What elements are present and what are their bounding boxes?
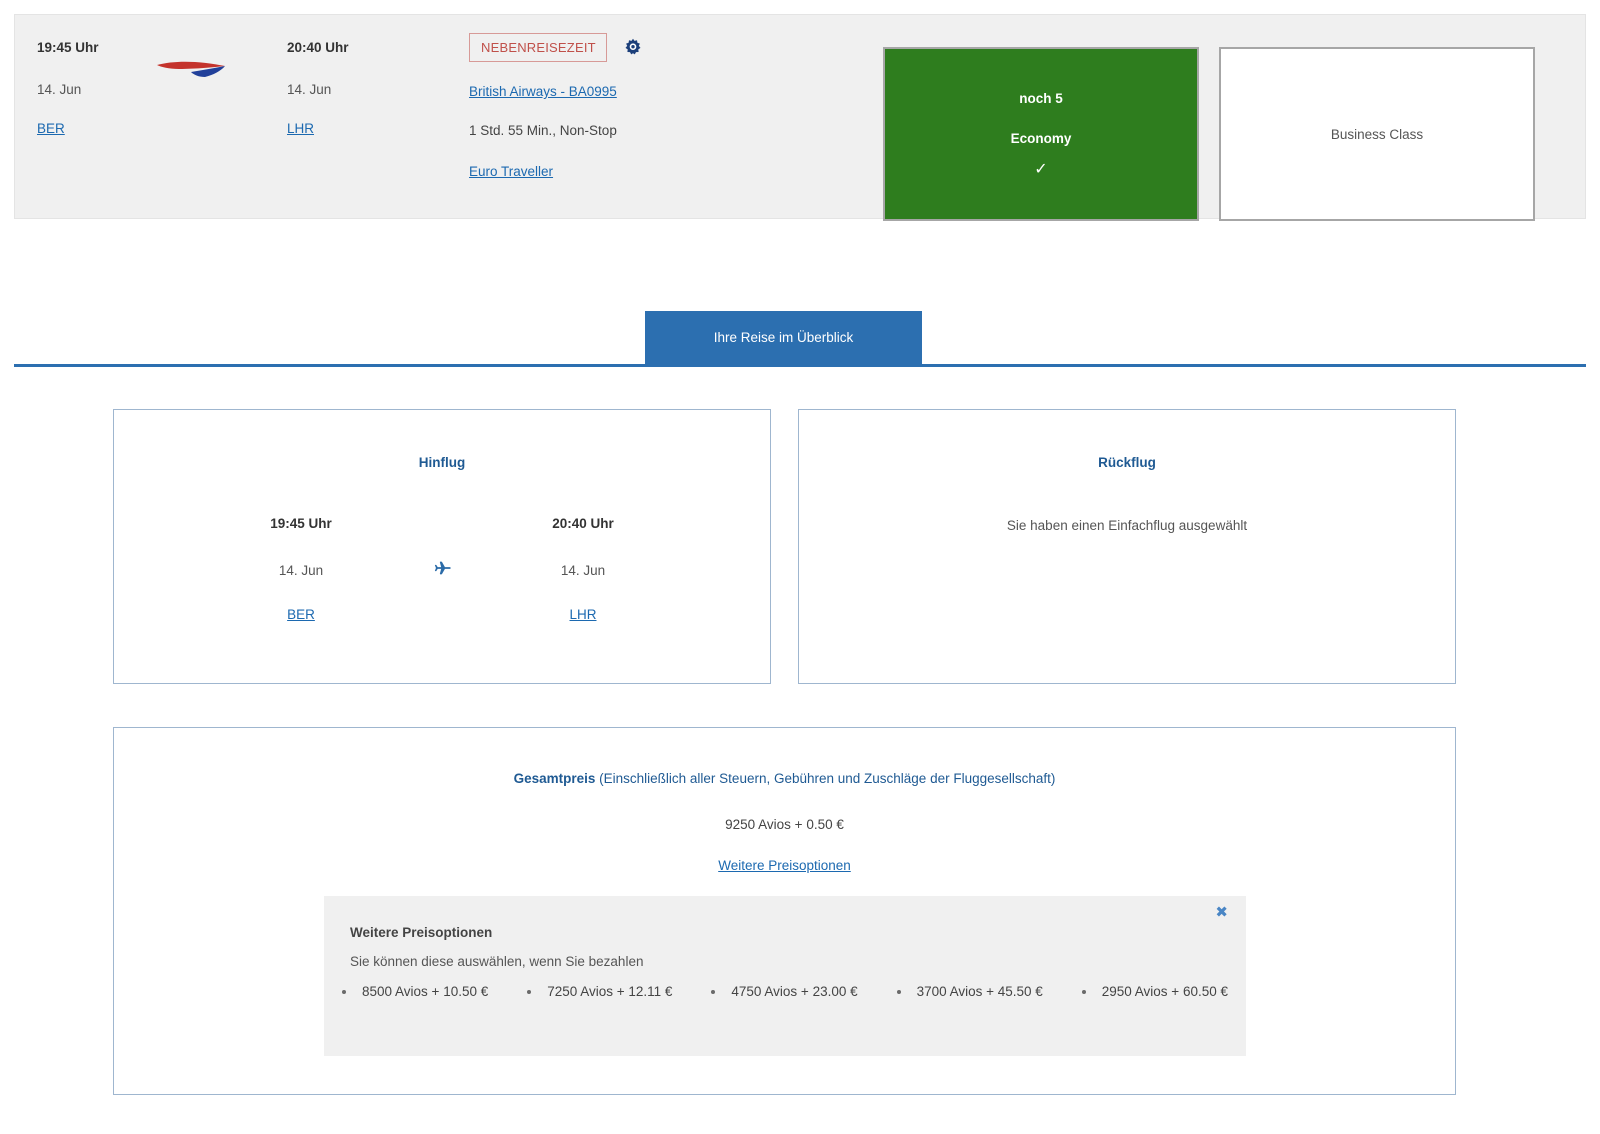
economy-fare-name: Economy xyxy=(1010,131,1072,146)
outbound-departure-airport-link[interactable]: BER xyxy=(287,607,315,622)
departure-date: 14. Jun xyxy=(37,82,82,97)
outbound-arrival-column: 20:40 Uhr 14. Jun LHR xyxy=(478,515,688,624)
close-icon[interactable]: ✖ xyxy=(1215,905,1228,920)
outbound-departure-column: 19:45 Uhr 14. Jun BER xyxy=(196,515,406,624)
outbound-arrival-airport-link[interactable]: LHR xyxy=(569,607,596,622)
check-icon: ✓ xyxy=(1034,161,1048,178)
outbound-title: Hinflug xyxy=(418,455,466,470)
outbound-arrival-time: 20:40 Uhr xyxy=(552,516,614,531)
departure-airport-link[interactable]: BER xyxy=(37,121,65,136)
list-item[interactable]: 8500 Avios + 10.50 € xyxy=(342,984,488,999)
tab-trip-overview[interactable]: Ihre Reise im Überblick xyxy=(645,311,922,364)
outbound-leg-grid: 19:45 Uhr 14. Jun BER 20:40 Uhr 14. Jun … xyxy=(114,515,770,624)
fare-card-business[interactable]: Business Class xyxy=(1219,47,1535,221)
gear-icon[interactable] xyxy=(623,38,643,58)
more-price-options-link-wrap: Weitere Preisoptionen xyxy=(114,857,1455,875)
airplane-icon xyxy=(431,557,453,579)
outbound-arrival-date: 14. Jun xyxy=(560,563,606,578)
flight-info-column: NEBENREISEZEIT British Airways - BA0995 … xyxy=(469,33,869,181)
fare-card-economy[interactable]: noch 5 Economy ✓ xyxy=(883,47,1199,221)
return-title: Rückflug xyxy=(1098,455,1156,470)
list-item[interactable]: 2950 Avios + 60.50 € xyxy=(1082,984,1228,999)
total-price-panel: Gesamtpreis (Einschließlich aller Steuer… xyxy=(113,727,1456,1095)
economy-seats-remaining: noch 5 xyxy=(1019,91,1063,106)
list-item[interactable]: 7250 Avios + 12.11 € xyxy=(527,984,672,999)
price-options-subtitle: Sie können diese auswählen, wenn Sie bez… xyxy=(350,954,644,969)
arrival-airport-link[interactable]: LHR xyxy=(287,121,314,136)
list-item[interactable]: 3700 Avios + 45.50 € xyxy=(897,984,1043,999)
arrival-column: 20:40 Uhr 14. Jun LHR xyxy=(287,39,457,138)
arrival-date: 14. Jun xyxy=(287,82,332,97)
outbound-plane-separator xyxy=(406,515,478,579)
more-price-options-link[interactable]: Weitere Preisoptionen xyxy=(718,858,851,873)
price-options-title: Weitere Preisoptionen xyxy=(350,925,493,940)
flight-duration: 1 Std. 55 Min., Non-Stop xyxy=(469,123,617,138)
cabin-type-link[interactable]: Euro Traveller xyxy=(469,164,553,179)
price-options-box: ✖ Weitere Preisoptionen Sie können diese… xyxy=(324,896,1246,1056)
badge-row: NEBENREISEZEIT xyxy=(469,33,869,62)
outbound-flight-panel: Hinflug 19:45 Uhr 14. Jun BER 20:40 Uhr … xyxy=(113,409,771,684)
total-price-note: (Einschließlich aller Steuern, Gebühren … xyxy=(595,771,1056,786)
list-item[interactable]: 4750 Avios + 23.00 € xyxy=(711,984,857,999)
return-flight-panel: Rückflug Sie haben einen Einfachflug aus… xyxy=(798,409,1456,684)
british-airways-speedmarque-logo xyxy=(155,53,233,83)
business-fare-name: Business Class xyxy=(1330,126,1424,142)
tab-underline-rule xyxy=(14,364,1586,367)
outbound-departure-date: 14. Jun xyxy=(278,563,324,578)
total-price-amount: 9250 Avios + 0.50 € xyxy=(725,817,844,832)
off-peak-badge[interactable]: NEBENREISEZEIT xyxy=(469,33,607,62)
arrival-time: 20:40 Uhr xyxy=(287,40,349,55)
total-price-headline: Gesamtpreis (Einschließlich aller Steuer… xyxy=(114,771,1455,786)
return-empty-message: Sie haben einen Einfachflug ausgewählt xyxy=(1006,518,1248,533)
flight-number-link[interactable]: British Airways - BA0995 xyxy=(469,84,869,99)
outbound-departure-time: 19:45 Uhr xyxy=(270,516,332,531)
total-price-label: Gesamtpreis xyxy=(513,771,596,786)
price-options-list: 8500 Avios + 10.50 € 7250 Avios + 12.11 … xyxy=(342,984,1228,999)
flight-summary-strip: 19:45 Uhr 14. Jun BER 20:40 Uhr 14. Jun … xyxy=(14,14,1586,221)
